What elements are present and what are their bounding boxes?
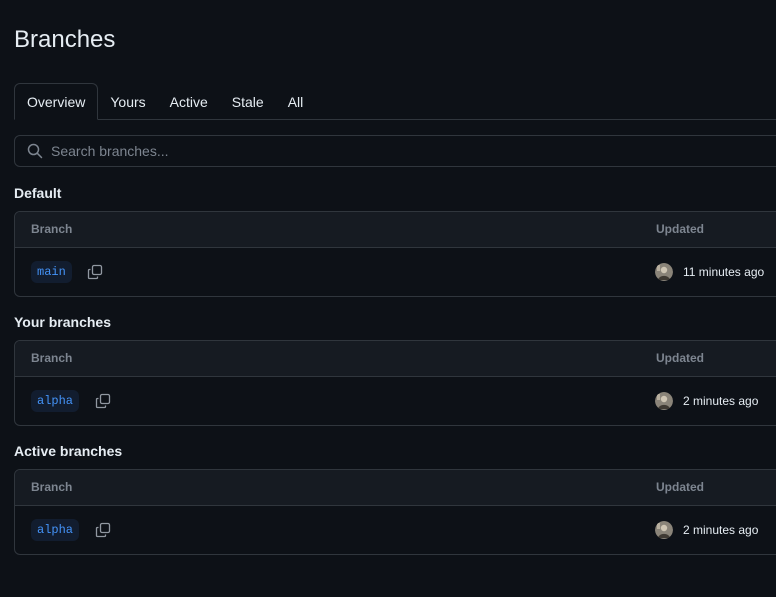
branch-tabs: Overview Yours Active Stale All (14, 82, 776, 120)
tab-yours[interactable]: Yours (98, 84, 157, 120)
tab-active[interactable]: Active (158, 84, 220, 120)
copy-icon[interactable] (86, 263, 104, 281)
search-icon (27, 143, 43, 159)
section-title-default: Default (14, 185, 62, 201)
avatar[interactable] (655, 263, 673, 281)
column-header-updated: Updated (656, 480, 704, 494)
updated-time: 11 minutes ago (683, 265, 765, 279)
column-header-branch: Branch (31, 351, 73, 365)
copy-icon[interactable] (94, 521, 112, 539)
tab-stale[interactable]: Stale (220, 84, 276, 120)
branch-link[interactable]: main (31, 261, 72, 283)
column-header-updated: Updated (656, 351, 704, 365)
table-row: alpha 2 minutes ago (15, 377, 776, 425)
search-input[interactable] (51, 137, 651, 165)
active-branches-table: Branch Updated alpha 2 minutes ago (14, 469, 776, 555)
avatar[interactable] (655, 521, 673, 539)
avatar[interactable] (655, 392, 673, 410)
branches-page: Branches Overview Yours Active Stale All… (0, 0, 776, 597)
table-header: Branch Updated (15, 470, 776, 506)
table-header: Branch Updated (15, 212, 776, 248)
updated-time: 2 minutes ago (683, 523, 759, 537)
branch-link[interactable]: alpha (31, 390, 80, 412)
page-title: Branches (14, 26, 116, 53)
table-header: Branch Updated (15, 341, 776, 377)
search-box[interactable] (14, 135, 776, 167)
table-row: alpha 2 minutes ago (15, 506, 776, 554)
column-header-updated: Updated (656, 222, 704, 236)
column-header-branch: Branch (31, 480, 73, 494)
section-title-active-branches: Active branches (14, 443, 123, 459)
default-branches-table: Branch Updated main 11 minutes ago (14, 211, 776, 297)
column-header-branch: Branch (31, 222, 73, 236)
section-title-your-branches: Your branches (14, 314, 111, 330)
branch-link[interactable]: alpha (31, 519, 80, 541)
copy-icon[interactable] (94, 392, 112, 410)
tab-all[interactable]: All (276, 84, 316, 120)
updated-time: 2 minutes ago (683, 394, 759, 408)
tab-overview[interactable]: Overview (14, 83, 99, 120)
table-row: main 11 minutes ago (15, 248, 776, 296)
your-branches-table: Branch Updated alpha 2 minutes ago (14, 340, 776, 426)
